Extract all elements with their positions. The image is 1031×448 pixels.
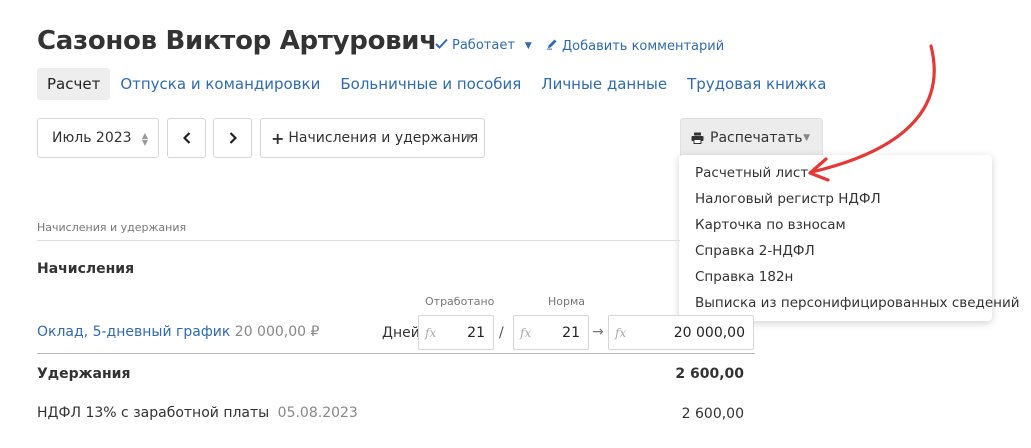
formula-icon: fx	[425, 325, 437, 340]
menu-item-contributions-card[interactable]: Карточка по взносам	[679, 212, 992, 238]
chevron-left-icon	[182, 132, 190, 144]
printer-icon	[691, 132, 704, 144]
menu-item-2ndfl[interactable]: Справка 2-НДФЛ	[679, 238, 992, 264]
salary-row-link[interactable]: Оклад, 5-дневный график 20 000,00 ₽	[37, 324, 319, 340]
spinner-icon: ▲ ▼	[141, 131, 148, 147]
pencil-icon	[546, 38, 558, 54]
status-label: Работает	[452, 38, 515, 53]
tabs-bar: Расчет Отпуска и командировки Больничные…	[37, 68, 836, 100]
tab-sick-leave[interactable]: Больничные и пособия	[330, 68, 531, 100]
ndfl-date: 05.08.2023	[277, 405, 358, 421]
tab-calculation[interactable]: Расчет	[37, 68, 111, 100]
column-header-worked: Отработано	[425, 295, 495, 308]
norm-days-value: 21	[562, 324, 580, 341]
divider	[37, 353, 755, 354]
salary-amount-field[interactable]: fx 20 000,00	[608, 315, 754, 350]
divider	[37, 240, 680, 241]
accruals-deductions-button[interactable]: + Начисления и удержания ▼	[260, 118, 485, 158]
employee-name: Сазонов Виктор Артурович	[37, 26, 437, 56]
month-selector[interactable]: Июль 2023 ▲ ▼	[37, 118, 159, 158]
column-header-norm: Норма	[548, 295, 586, 308]
menu-item-personal-info-extract[interactable]: Выписка из персонифицированных сведений	[679, 290, 1020, 316]
add-comment-link[interactable]: Добавить комментарий	[546, 38, 724, 54]
formula-icon: fx	[520, 325, 532, 340]
ndfl-row: НДФЛ 13% с заработной платы 05.08.2023	[37, 405, 358, 421]
check-icon	[435, 38, 448, 53]
deductions-heading: Удержания	[37, 366, 131, 382]
salary-row-name: Оклад, 5-дневный график	[37, 324, 231, 340]
accruals-heading: Начисления	[37, 261, 135, 277]
caret-down-icon: ▼	[524, 40, 532, 51]
prev-month-button[interactable]	[167, 118, 206, 158]
salary-amount-value: 20 000,00	[673, 324, 745, 341]
section-label: Начисления и удержания	[37, 221, 187, 234]
caret-down-icon: ▼	[465, 133, 472, 143]
worked-days-field[interactable]: fx 21	[418, 315, 494, 350]
next-month-button[interactable]	[213, 118, 252, 158]
chevron-right-icon	[229, 132, 237, 144]
separator-slash: /	[499, 325, 504, 341]
ndfl-amount: 2 600,00	[681, 406, 744, 422]
print-button-label: Распечатать	[710, 130, 803, 146]
days-label: Дней	[382, 325, 420, 341]
norm-days-field[interactable]: fx 21	[513, 315, 589, 350]
menu-item-182n[interactable]: Справка 182н	[679, 264, 992, 290]
tab-vacations[interactable]: Отпуска и командировки	[110, 68, 330, 100]
tab-personal-data[interactable]: Личные данные	[531, 68, 677, 100]
formula-icon: fx	[615, 325, 627, 340]
arrow-right-icon: →	[592, 324, 604, 340]
add-comment-label: Добавить комментарий	[562, 38, 725, 54]
annotation-arrow	[808, 44, 936, 182]
worked-days-value: 21	[467, 324, 485, 341]
salary-row-hint: 20 000,00 ₽	[234, 324, 320, 340]
accruals-button-label: Начисления и удержания	[288, 130, 479, 146]
plus-icon: +	[271, 128, 285, 148]
ndfl-label: НДФЛ 13% с заработной платы	[37, 405, 270, 421]
month-value: Июль 2023	[52, 130, 132, 146]
menu-item-tax-register[interactable]: Налоговый регистр НДФЛ	[679, 186, 992, 212]
deductions-total: 2 600,00	[675, 366, 744, 382]
status-dropdown[interactable]: Работает ▼	[435, 38, 532, 53]
